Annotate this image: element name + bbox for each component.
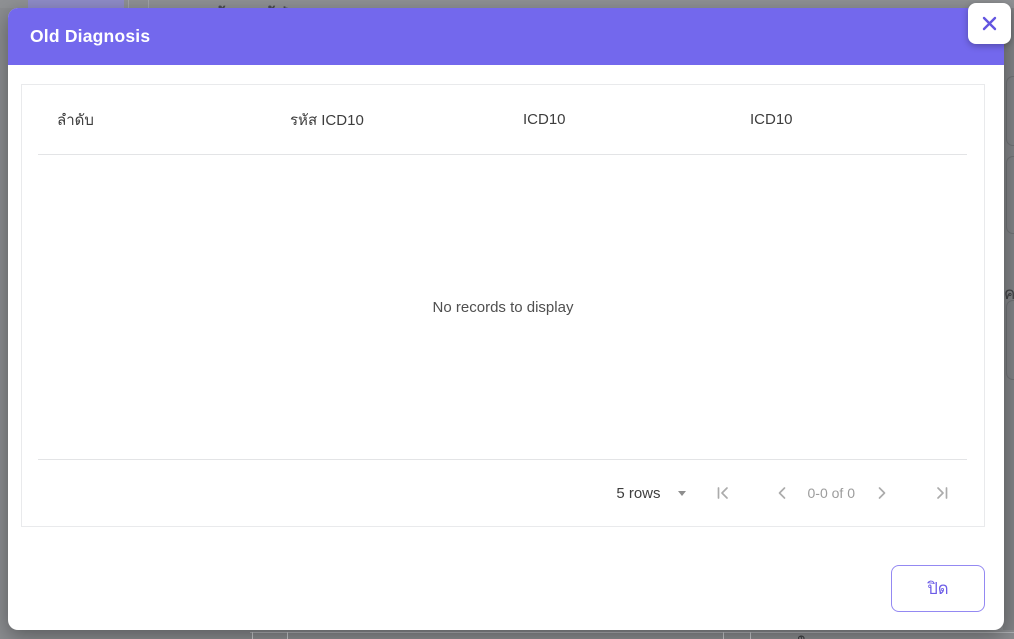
rows-per-page-select[interactable]: 5 rows bbox=[616, 485, 713, 502]
previous-page-button[interactable] bbox=[774, 484, 789, 502]
background-button-edge bbox=[1006, 156, 1014, 234]
column-header-icd10-code: รหัส ICD10 bbox=[290, 111, 364, 129]
background-divider bbox=[128, 0, 129, 8]
background-partial-text: หมายใจมอม bbox=[758, 633, 845, 639]
background-button-edge bbox=[1006, 300, 1014, 380]
dropdown-caret-icon bbox=[677, 491, 686, 496]
background-highlighted-text bbox=[28, 0, 124, 8]
next-page-icon bbox=[878, 487, 886, 499]
background-table-border bbox=[750, 632, 751, 639]
background-table-border bbox=[723, 632, 724, 639]
dialog-header: Old Diagnosis bbox=[8, 8, 1004, 65]
column-header-sequence: ลำดับ bbox=[57, 111, 94, 129]
first-page-icon bbox=[717, 487, 728, 499]
table-header-row: ลำดับ รหัส ICD10 ICD10 ICD10 bbox=[22, 85, 984, 154]
previous-page-icon bbox=[778, 487, 785, 499]
background-page-right-strip: ค bbox=[1003, 8, 1014, 630]
background-table-border bbox=[287, 632, 288, 639]
column-header-icd10: ICD10 bbox=[523, 111, 566, 128]
background-page-top-strip: ข้อมูลผู้ป่วย bbox=[0, 0, 1014, 8]
background-table-border bbox=[250, 632, 1014, 633]
first-page-button[interactable] bbox=[714, 484, 732, 502]
last-page-button[interactable] bbox=[933, 484, 951, 502]
diagnosis-table: ลำดับ รหัส ICD10 ICD10 ICD10 No records … bbox=[21, 84, 985, 527]
table-body-empty: No records to display bbox=[22, 155, 984, 459]
close-icon bbox=[982, 16, 997, 31]
background-page-bottom-strip: หมายใจมอม bbox=[0, 630, 1014, 639]
empty-message: No records to display bbox=[432, 298, 574, 316]
background-button-edge bbox=[1006, 76, 1014, 146]
background-page-title: ข้อมูลผู้ป่วย bbox=[214, 1, 314, 8]
old-diagnosis-dialog: Old Diagnosis ลำดับ รหัส ICD10 ICD10 ICD… bbox=[8, 3, 1011, 630]
page-range-label: 0-0 of 0 bbox=[807, 485, 855, 501]
dialog-title: Old Diagnosis bbox=[30, 26, 151, 46]
close-button[interactable] bbox=[968, 3, 1011, 44]
pagination-bar: 5 rows 0-0 of 0 bbox=[22, 460, 984, 526]
column-header-icd10-2: ICD10 bbox=[750, 111, 793, 128]
background-divider bbox=[148, 0, 149, 8]
next-page-button[interactable] bbox=[875, 484, 890, 502]
background-table-border bbox=[252, 632, 253, 639]
close-dialog-button[interactable]: ปิด bbox=[891, 565, 985, 612]
rows-per-page-label: 5 rows bbox=[616, 484, 661, 502]
last-page-icon bbox=[937, 487, 948, 499]
